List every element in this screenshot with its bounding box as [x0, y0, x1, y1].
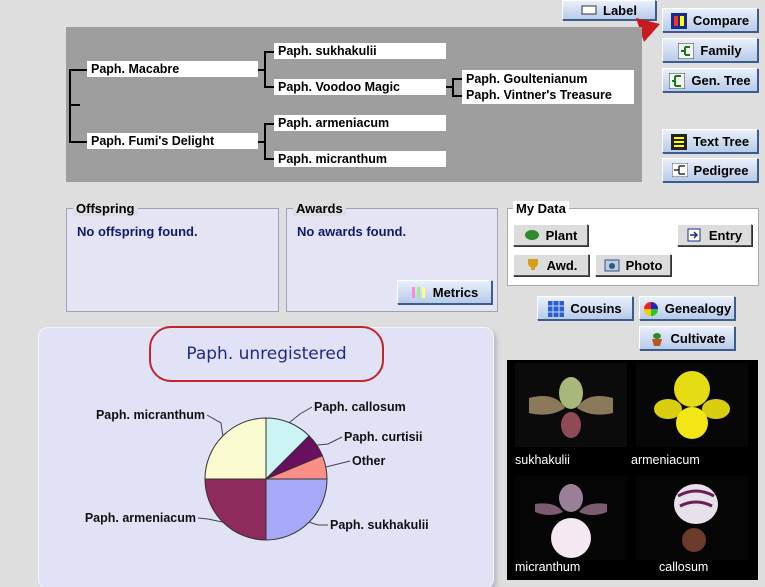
compare-icon — [670, 13, 687, 29]
tree-node-grandparent3[interactable]: Paph. armeniacum — [274, 115, 446, 131]
flowerpot-icon — [649, 331, 665, 346]
pie-label: Paph. armeniacum — [85, 511, 196, 525]
metrics-button-text: Metrics — [432, 284, 479, 300]
pie-leader-line — [325, 460, 351, 468]
pedigree-button[interactable]: Pedigree — [662, 158, 758, 182]
orchid-photo-callosum[interactable] — [636, 476, 748, 560]
photo-caption-1: sukhakulii — [515, 453, 570, 467]
pie-label: Paph. callosum — [314, 400, 406, 414]
photo-caption-3: micranthum — [515, 560, 581, 574]
entry-button-text: Entry — [708, 227, 743, 243]
plant-button-text: Plant — [545, 227, 578, 243]
offspring-box: Offspring No offspring found. — [66, 201, 279, 312]
pie-label: Paph. curtisii — [344, 430, 423, 444]
pedigree-icon — [671, 162, 689, 178]
orchid-photo-micranthum[interactable] — [515, 476, 627, 560]
metrics-button[interactable]: Metrics — [397, 280, 492, 304]
genealogy-button-text: Genealogy — [664, 300, 732, 316]
cousins-button-text: Cousins — [570, 300, 622, 316]
pie-label: Other — [352, 454, 385, 468]
tree-node-grandparent1[interactable]: Paph. sukhakulii — [274, 43, 446, 59]
photo-caption-2: armeniacum — [631, 453, 700, 467]
tree-node-grandparent4[interactable]: Paph. micranthum — [274, 151, 446, 167]
cultivate-button[interactable]: Cultivate — [639, 326, 735, 350]
pedigree-button-text: Pedigree — [693, 162, 749, 178]
offspring-caption: Offspring — [73, 201, 138, 216]
offspring-message: No offspring found. — [77, 224, 198, 239]
ancestry-pie-chart: Paph. callosum Paph. curtisii Other Paph. s… — [85, 400, 429, 541]
genealogy-tree-panel: Paph. Macabre Paph. Fumi's Delight Paph.… — [66, 27, 642, 182]
entry-button[interactable]: Entry — [677, 224, 752, 246]
photo-icon — [604, 258, 620, 272]
family-icon — [677, 42, 695, 60]
genealogy-button[interactable]: Genealogy — [639, 296, 735, 320]
entry-icon — [687, 228, 703, 242]
trophy-icon — [525, 258, 541, 272]
award-button-text: Awd. — [546, 257, 578, 273]
orchid-photo-armeniacum[interactable] — [636, 363, 748, 447]
photo-gallery: sukhakulii armeniacum micranthum callosu… — [507, 360, 758, 580]
tree-node-ggp2: Paph. Vintner's Treasure — [466, 88, 612, 102]
awards-caption: Awards — [293, 201, 346, 216]
tree-node-ggp1: Paph. Goultenianum — [466, 72, 588, 86]
genealogy-icon — [643, 301, 659, 316]
metrics-icon — [411, 285, 427, 299]
tree-icon — [668, 72, 686, 90]
tree-node-grandparent2[interactable]: Paph. Voodoo Magic — [274, 79, 446, 95]
gen-tree-button-text: Gen. Tree — [691, 72, 751, 88]
my-data-caption: My Data — [513, 201, 569, 216]
pie-leader-line — [289, 406, 313, 424]
cousins-icon — [548, 301, 565, 317]
compare-button[interactable]: Compare — [662, 8, 758, 32]
compare-button-text: Compare — [692, 12, 750, 28]
pie-leader-line — [308, 521, 328, 526]
pie-slice-paph-micranthum — [204, 417, 267, 480]
pie-slice-paph-armeniacum — [204, 478, 267, 541]
text-tree-button[interactable]: Text Tree — [662, 129, 758, 153]
photo-caption-4: callosum — [659, 560, 709, 574]
tree-node-parent2[interactable]: Paph. Fumi's Delight — [87, 133, 258, 149]
photo-button-text: Photo — [625, 257, 663, 273]
pie-label: Paph. micranthum — [96, 408, 205, 422]
tree-node-parent1[interactable]: Paph. Macabre — [87, 61, 258, 77]
awards-message: No awards found. — [297, 224, 407, 239]
family-button[interactable]: Family — [662, 38, 758, 62]
text-tree-icon — [670, 134, 687, 150]
plant-icon — [524, 228, 540, 242]
text-tree-button-text: Text Tree — [692, 133, 750, 149]
award-button[interactable]: Awd. — [513, 254, 589, 276]
pie-label: Paph. sukhakulii — [330, 518, 429, 532]
photo-button[interactable]: Photo — [595, 254, 671, 276]
pie-leader-line — [206, 414, 224, 436]
tree-node-great-grandparents[interactable]: Paph. Goultenianum Paph. Vintner's Treas… — [462, 70, 634, 104]
plant-button[interactable]: Plant — [513, 224, 588, 246]
pie-slice-paph-sukhakulii — [265, 478, 328, 541]
family-button-text: Family — [700, 42, 742, 58]
orchid-photo-sukhakulii[interactable] — [515, 363, 627, 447]
gen-tree-button[interactable]: Gen. Tree — [662, 68, 758, 92]
cultivate-button-text: Cultivate — [670, 330, 726, 346]
pie-leader-line — [316, 436, 343, 446]
cousins-button[interactable]: Cousins — [537, 296, 633, 320]
